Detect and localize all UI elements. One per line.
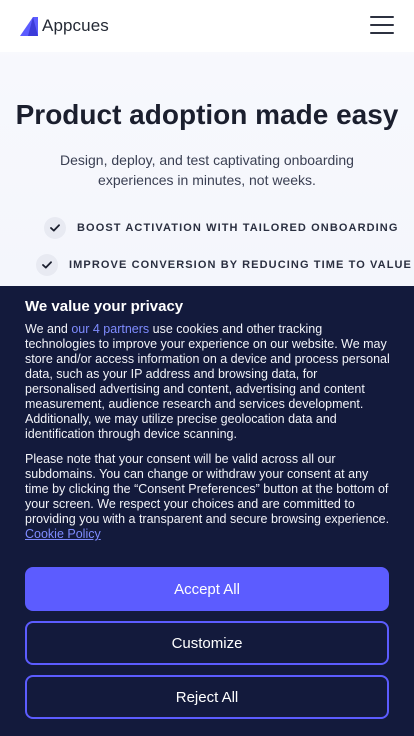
partners-link[interactable]: our 4 partners [71, 322, 149, 336]
consent-text: use cookies and other tracking technolog… [25, 322, 390, 441]
hero-subtitle: Design, deploy, and test captivating onb… [60, 152, 354, 188]
check-icon [36, 254, 58, 276]
consent-note-paragraph: Please note that your consent will be va… [25, 452, 390, 542]
cookie-policy-link[interactable]: Cookie Policy [25, 527, 101, 541]
consent-note-text: Please note that your consent will be va… [25, 452, 390, 526]
feature-item: BOOST ACTIVATION WITH TAILORED ONBOARDIN… [44, 217, 399, 239]
appcues-logo[interactable]: Appcues [20, 15, 109, 37]
hamburger-menu-icon[interactable] [370, 16, 394, 34]
consent-title: We value your privacy [25, 298, 184, 315]
check-icon [44, 217, 66, 239]
consent-text: We and [25, 322, 72, 336]
consent-paragraph: We and our 4 partners use cookies and ot… [25, 322, 390, 442]
accept-all-button[interactable]: Accept All [25, 567, 389, 611]
appcues-logo-icon [20, 16, 38, 36]
customize-button[interactable]: Customize [25, 621, 389, 665]
cookie-consent-banner: We value your privacy We and our 4 partn… [0, 286, 414, 736]
hero-title: Product adoption made easy [15, 99, 399, 130]
site-header: Appcues [0, 0, 414, 52]
feature-label: IMPROVE CONVERSION BY REDUCING TIME TO V… [69, 259, 412, 271]
reject-all-button[interactable]: Reject All [25, 675, 389, 719]
feature-label: BOOST ACTIVATION WITH TAILORED ONBOARDIN… [77, 222, 399, 234]
logo-text: Appcues [42, 16, 109, 35]
feature-item: IMPROVE CONVERSION BY REDUCING TIME TO V… [36, 254, 412, 276]
